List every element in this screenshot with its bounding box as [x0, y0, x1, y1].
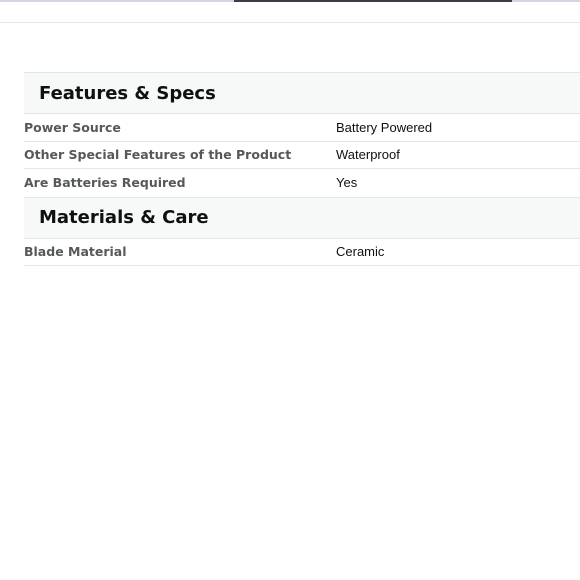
row-label: Other Special Features of the Product [24, 147, 292, 163]
row-value: Ceramic [336, 244, 385, 260]
product-image-edge [234, 0, 512, 2]
top-strip [0, 0, 580, 23]
table-row: Blade Material Ceramic [24, 239, 580, 266]
section-title: Materials & Care [39, 207, 209, 228]
section-header-materials-care: Materials & Care [24, 196, 580, 239]
product-details-table: Features & Specs Power Source Battery Po… [24, 72, 580, 266]
row-label: Are Batteries Required [24, 175, 186, 191]
row-value: Waterproof [336, 147, 400, 163]
row-label: Power Source [24, 119, 121, 135]
section-header-features-specs: Features & Specs [24, 72, 580, 114]
row-label: Blade Material [24, 244, 127, 260]
table-row: Are Batteries Required Yes [24, 169, 580, 197]
table-row: Other Special Features of the Product Wa… [24, 142, 580, 169]
section-title: Features & Specs [39, 82, 216, 104]
row-value: Yes [336, 175, 358, 191]
table-row: Power Source Battery Powered [24, 114, 580, 142]
row-value: Battery Powered [336, 119, 433, 135]
